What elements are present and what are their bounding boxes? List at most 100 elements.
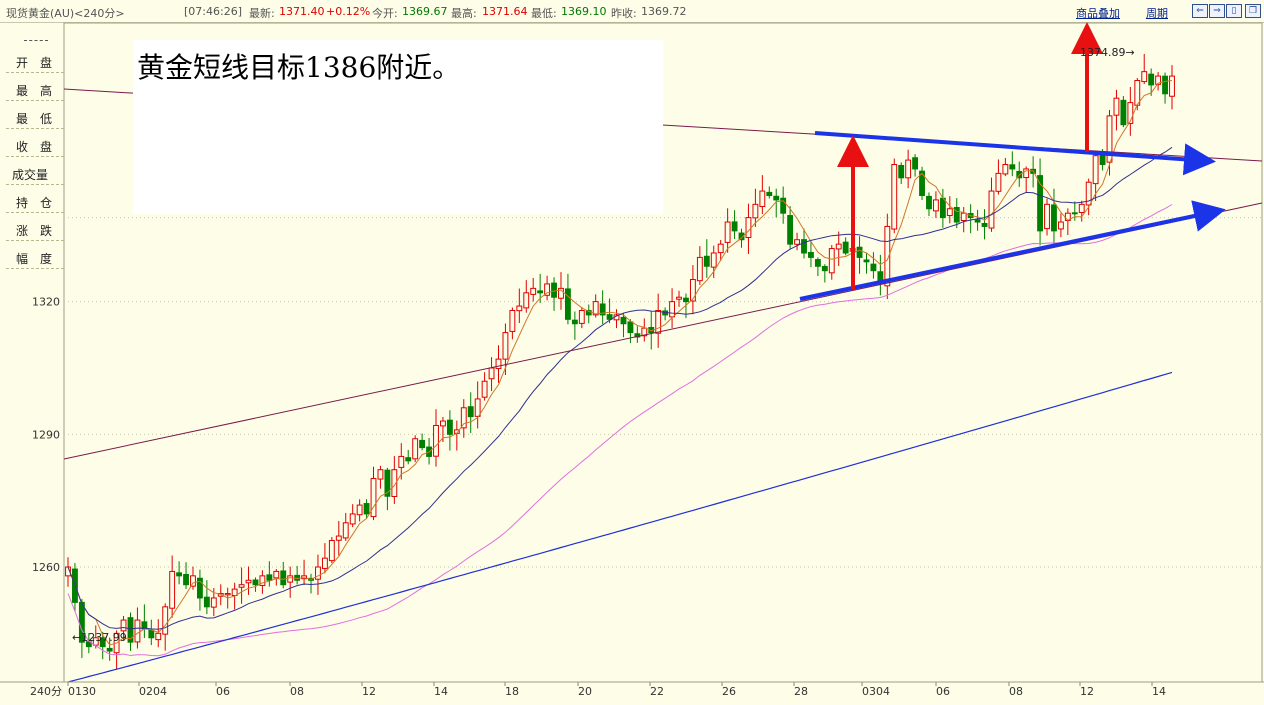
candle-body [821, 265, 828, 272]
candle-body [620, 316, 627, 325]
x-tick-label: 12 [362, 685, 376, 698]
candle-body [1169, 75, 1175, 97]
candle-body [766, 191, 773, 196]
candle-body [474, 398, 481, 417]
candle-body [134, 619, 141, 643]
candle-body [669, 301, 676, 318]
x-tick-label: 06 [216, 685, 230, 698]
candle-body [224, 593, 231, 596]
x-tick-label: 22 [650, 685, 664, 698]
x-tick-label: 28 [794, 685, 808, 698]
candle-body [1009, 164, 1016, 170]
candle-body [759, 190, 766, 208]
candle-body [932, 199, 939, 212]
candle-body [689, 279, 696, 302]
candle-body [238, 584, 245, 588]
candle-body [287, 575, 294, 583]
candle-body [481, 380, 488, 398]
candle-body [912, 157, 919, 170]
x-tick-label: 0130 [68, 685, 96, 698]
candle-body [703, 255, 710, 267]
candle-body [627, 321, 634, 334]
candle-body [106, 647, 113, 652]
x-tick-label: 0304 [862, 685, 890, 698]
candle-body [926, 195, 932, 210]
candle-body [433, 424, 439, 457]
candle-body [571, 319, 578, 325]
x-tick-label: 14 [1152, 685, 1166, 698]
candle-body [169, 570, 176, 609]
y-tick-label: 1260 [32, 561, 60, 574]
ma-mid-line [67, 146, 1173, 630]
candle-body [787, 215, 794, 245]
candle-body [988, 190, 995, 229]
candle-body [676, 296, 682, 300]
candle-body [190, 575, 196, 587]
candle-body [974, 219, 981, 223]
upper-blue-arrow [814, 131, 1216, 176]
info-panel: 开 盘 最 高 最 低 收 盘 成交量 持 仓 涨 跌 幅 度 [6, 40, 64, 278]
candle-body [321, 557, 328, 569]
y-tick-label: 1320 [32, 296, 60, 309]
info-open-interest: 持 仓 [6, 190, 64, 213]
candle-body [731, 221, 738, 232]
candle-body [863, 259, 870, 263]
candle-body [155, 632, 162, 641]
candle-body [1051, 204, 1057, 232]
candle-body [808, 252, 814, 258]
x-tick-label: 26 [722, 685, 736, 698]
info-open: 开 盘 [6, 50, 64, 73]
max-price-marker: 1374.89→ [1080, 46, 1135, 59]
candle-body [1162, 75, 1168, 95]
candle-body [1002, 164, 1009, 175]
x-tick-label: 18 [505, 685, 519, 698]
candle-body [509, 309, 516, 332]
candle-body [252, 579, 259, 586]
candle-body [120, 619, 127, 632]
candle-body [328, 539, 335, 562]
candle-body [995, 172, 1002, 192]
panel-divider [24, 40, 48, 41]
candle-body [1141, 71, 1148, 83]
candle-body [419, 439, 426, 449]
candle-body [315, 566, 321, 580]
candle-body [363, 503, 370, 515]
candle-body [280, 570, 287, 586]
candle-body [773, 195, 780, 201]
candle-body [1120, 99, 1127, 126]
candle-body [578, 309, 585, 324]
candle-body [245, 579, 252, 584]
annotation-box: 黄金短线目标1386附近。 [133, 40, 663, 214]
candle-body [564, 288, 571, 320]
candle-body [745, 217, 752, 238]
x-tick-label: 12 [1080, 685, 1094, 698]
candle-body [835, 243, 842, 250]
candle-body [696, 256, 703, 282]
candle-body [1099, 154, 1106, 166]
info-amplitude: 幅 度 [6, 246, 64, 269]
candle-body [370, 478, 377, 518]
candle-body [905, 159, 912, 179]
period-label: 240分 [30, 685, 62, 698]
candle-body [176, 572, 183, 577]
candle-body [523, 292, 530, 309]
candle-body [1148, 73, 1155, 86]
candle-body [1057, 221, 1064, 230]
candle-body [1092, 155, 1099, 185]
candle-body [794, 239, 800, 245]
candle-body [960, 212, 967, 222]
x-tick-label: 0204 [139, 685, 167, 698]
info-high: 最 高 [6, 78, 64, 101]
min-price-marker: ←1237.99 [72, 631, 127, 644]
candle-body [717, 243, 724, 254]
candle-body [939, 197, 946, 219]
x-tick-label: 20 [578, 685, 592, 698]
candle-body [516, 305, 523, 312]
candle-body [1071, 212, 1078, 215]
candle-body [162, 606, 169, 635]
candle-body [551, 282, 557, 298]
candle-body [530, 287, 537, 295]
candle-body [349, 513, 356, 525]
candle-body [870, 263, 877, 272]
candle-body [467, 406, 474, 418]
